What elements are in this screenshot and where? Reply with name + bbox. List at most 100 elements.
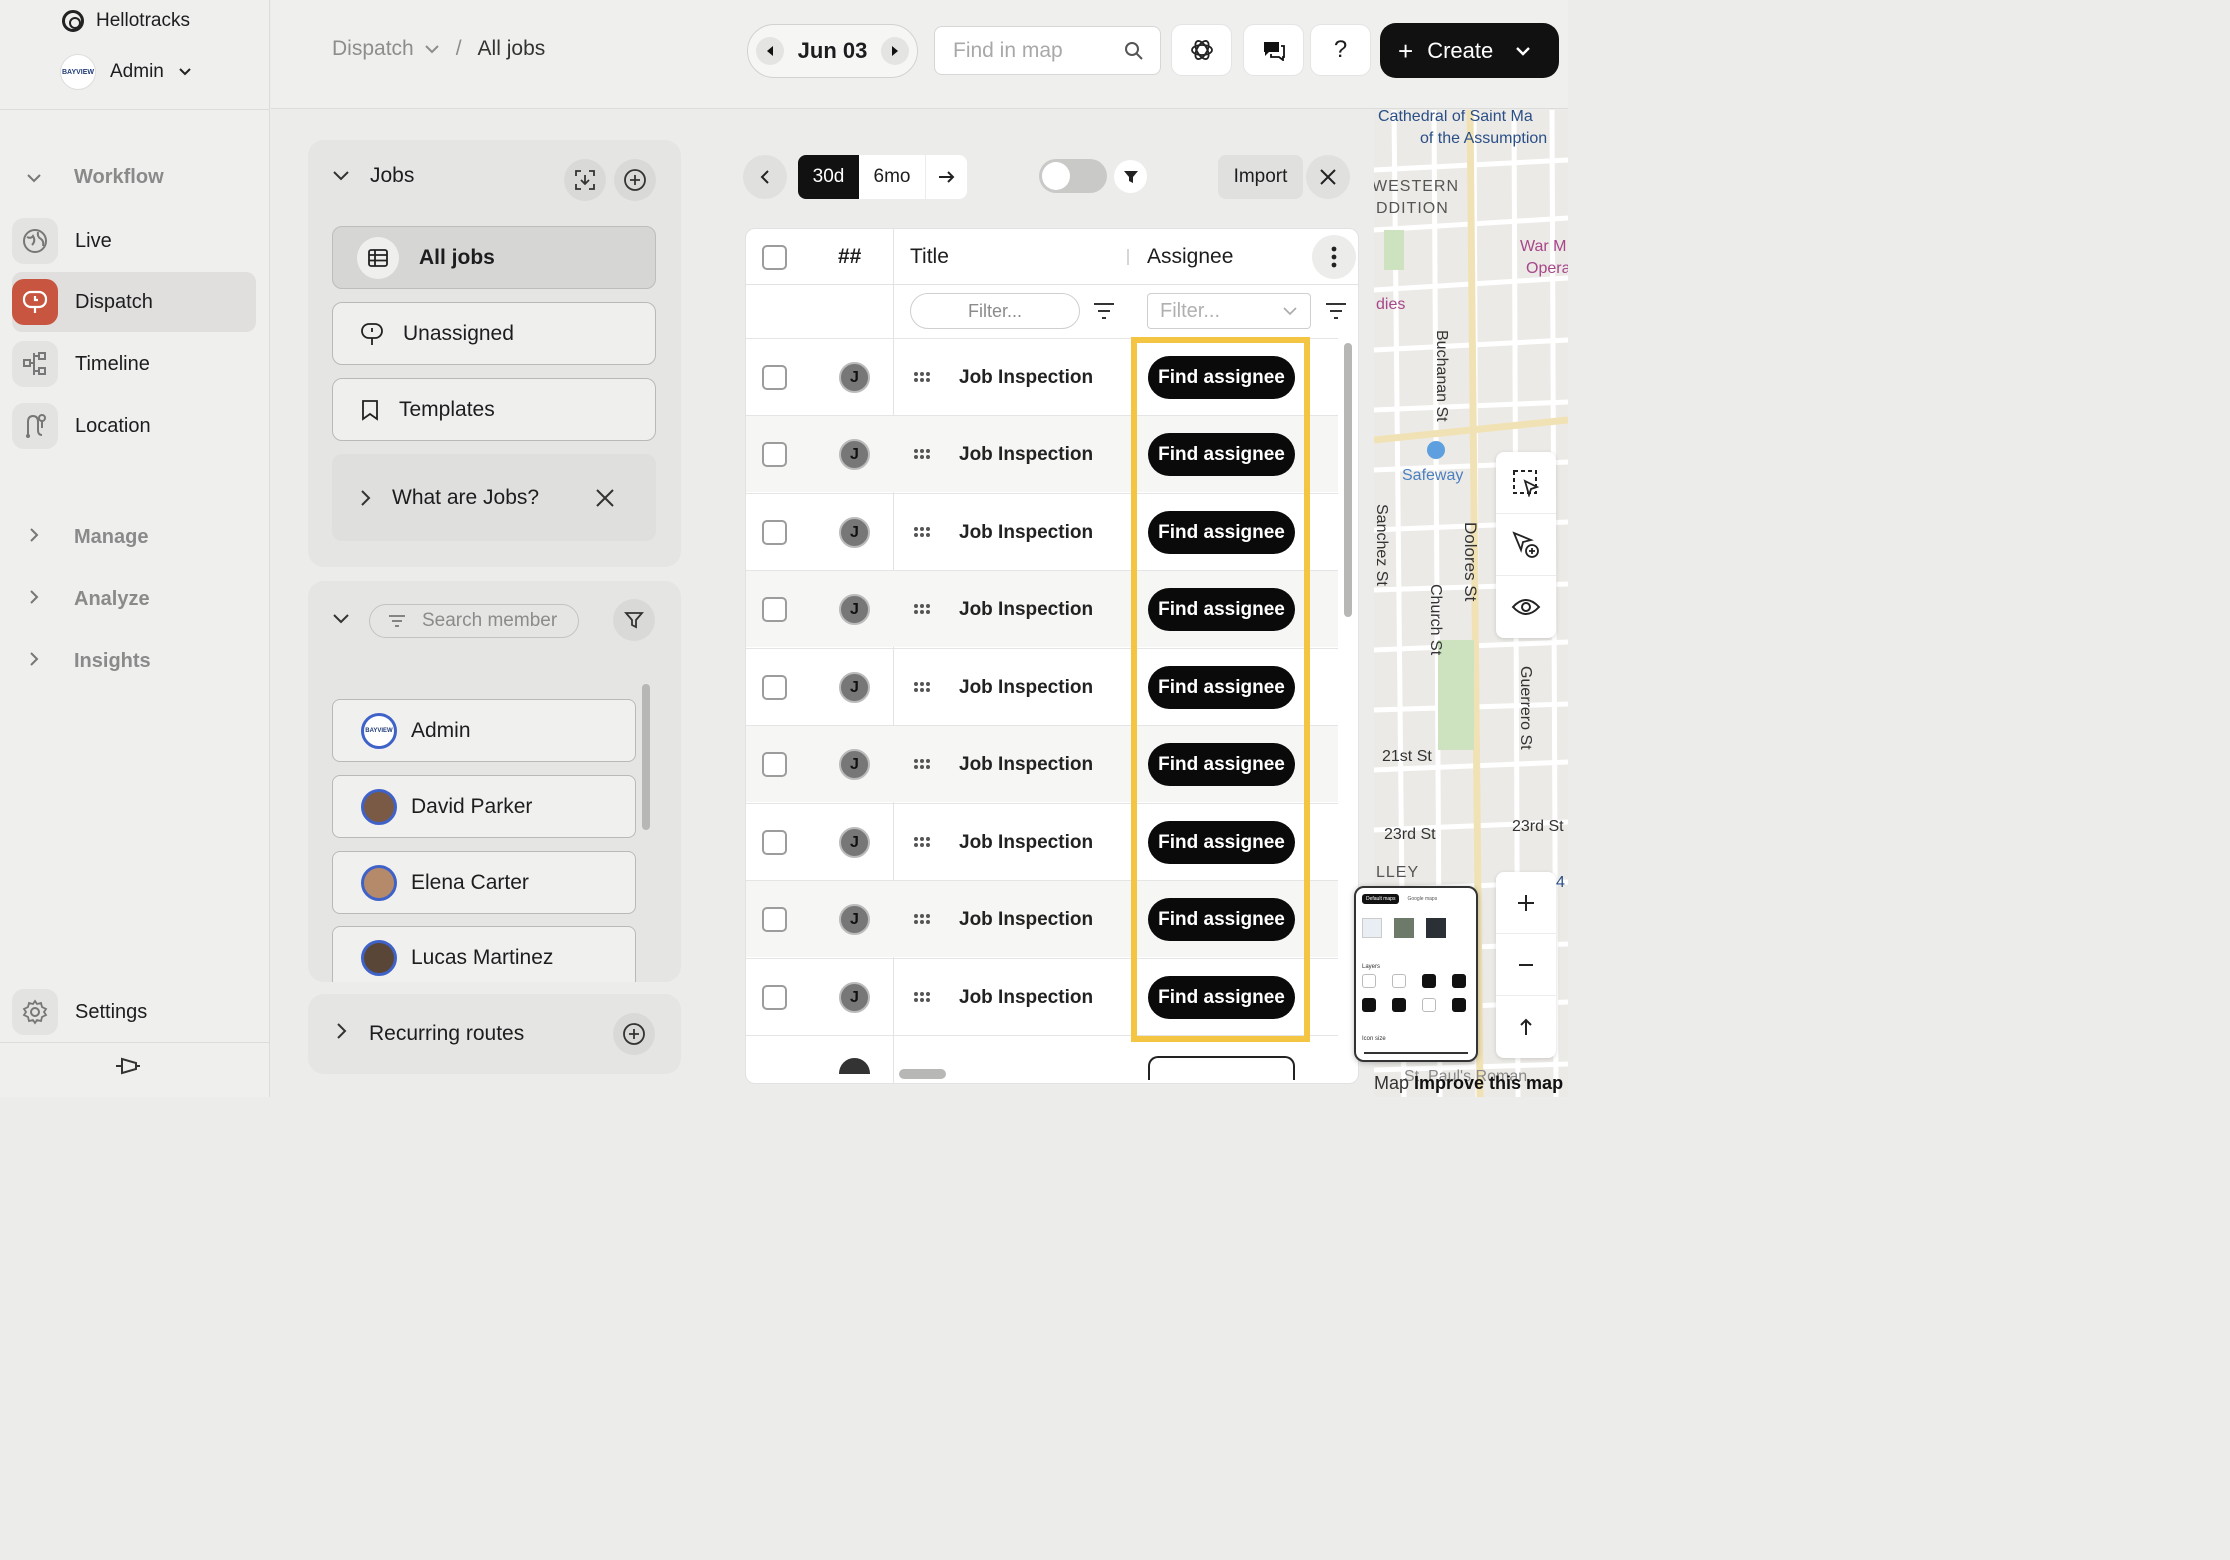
close-table-button[interactable] (1306, 155, 1350, 199)
templates-button[interactable]: Templates (332, 378, 656, 441)
help-button[interactable]: ? (1311, 25, 1370, 75)
add-recurring-route-button[interactable] (613, 1013, 655, 1055)
column-header-number[interactable]: ## (838, 229, 861, 285)
current-date[interactable]: Jun 03 (798, 38, 868, 64)
row-checkbox[interactable] (762, 365, 787, 390)
title-filter-input[interactable]: Filter... (910, 293, 1080, 329)
previous-day-button[interactable] (756, 37, 784, 65)
member-filter-button[interactable] (613, 599, 655, 641)
row-checkbox[interactable] (762, 675, 787, 700)
next-range-button[interactable] (925, 155, 967, 199)
find-assignee-button[interactable]: Find assignee (1148, 976, 1295, 1019)
member-list-scrollbar[interactable] (642, 684, 650, 830)
drag-handle-icon[interactable] (913, 448, 931, 460)
improve-map-link[interactable]: Improve this map (1414, 1073, 1563, 1093)
drag-handle-icon[interactable] (913, 603, 931, 615)
find-assignee-button[interactable]: Find assignee (1148, 356, 1295, 399)
sidebar-item-dispatch[interactable]: Dispatch (12, 272, 256, 332)
filter-lines-icon[interactable] (1093, 302, 1115, 320)
section-insights[interactable]: Insights (22, 650, 151, 673)
column-resize-handle[interactable] (1127, 249, 1129, 265)
section-manage[interactable]: Manage (22, 526, 148, 549)
row-checkbox[interactable] (762, 907, 787, 932)
close-icon[interactable] (595, 488, 615, 508)
row-checkbox[interactable] (762, 442, 787, 467)
view-toggle[interactable] (1039, 159, 1107, 193)
previous-range-button[interactable] (743, 155, 787, 199)
section-analyze[interactable]: Analyze (22, 588, 150, 611)
all-jobs-button[interactable]: All jobs (332, 226, 656, 289)
table-row[interactable]: J Job Inspection Find assignee (746, 880, 1338, 957)
table-row[interactable]: J Job Inspection Find assignee (746, 958, 1338, 1035)
chat-button[interactable] (1244, 25, 1303, 75)
drag-handle-icon[interactable] (913, 526, 931, 538)
find-assignee-button[interactable]: Find assignee (1148, 588, 1295, 631)
add-place-button[interactable] (1496, 514, 1556, 576)
find-assignee-button[interactable]: Find assignee (1148, 666, 1295, 709)
range-30d[interactable]: 30d (798, 155, 859, 199)
find-assignee-button[interactable]: Find assignee (1148, 433, 1295, 476)
drag-handle-icon[interactable] (913, 758, 931, 770)
find-assignee-button[interactable]: Find assignee (1148, 821, 1295, 864)
next-day-button[interactable] (880, 37, 909, 65)
zoom-out-button[interactable] (1496, 934, 1556, 996)
row-checkbox[interactable] (762, 597, 787, 622)
map-search-input[interactable] (953, 38, 1113, 63)
scan-import-button[interactable] (564, 159, 606, 201)
table-row-partial[interactable] (746, 1035, 1338, 1083)
import-button[interactable]: Import (1218, 155, 1303, 199)
drag-handle-icon[interactable] (913, 836, 931, 848)
visibility-button[interactable] (1496, 576, 1556, 638)
drag-handle-icon[interactable] (913, 991, 931, 1003)
row-checkbox[interactable] (762, 985, 787, 1010)
account-switcher[interactable]: BAYVIEW Admin (60, 54, 192, 90)
table-filter-button[interactable] (1114, 160, 1147, 193)
add-job-button[interactable] (614, 159, 656, 201)
drag-handle-icon[interactable] (913, 681, 931, 693)
reset-north-button[interactable] (1496, 996, 1556, 1058)
pin-sidebar-icon[interactable] (114, 1052, 142, 1080)
range-6mo[interactable]: 6mo (859, 155, 925, 199)
what-are-jobs-card[interactable]: What are Jobs? (332, 454, 656, 541)
sidebar-item-timeline[interactable]: Timeline (12, 334, 256, 394)
table-vertical-scrollbar[interactable] (1344, 343, 1352, 617)
table-row[interactable]: J Job Inspection Find assignee (746, 338, 1338, 415)
drag-handle-icon[interactable] (913, 371, 931, 383)
table-row[interactable]: J Job Inspection Find assignee (746, 648, 1338, 725)
row-checkbox[interactable] (762, 830, 787, 855)
jobs-header[interactable]: Jobs (332, 164, 414, 188)
ai-assistant-button[interactable] (1172, 25, 1231, 75)
table-row[interactable]: J Job Inspection Find assignee (746, 415, 1338, 492)
table-horizontal-scrollbar[interactable] (899, 1069, 946, 1079)
recurring-routes-panel[interactable]: Recurring routes (308, 994, 681, 1074)
filter-lines-icon[interactable] (1325, 302, 1347, 320)
member-admin[interactable]: BAYVIEW Admin (332, 699, 636, 762)
find-assignee-button[interactable]: Find assignee (1148, 898, 1295, 941)
table-row[interactable]: J Job Inspection Find assignee (746, 570, 1338, 647)
unassigned-button[interactable]: Unassigned (332, 302, 656, 365)
map-layers-button[interactable]: Default maps Google maps Layers Icon siz… (1354, 886, 1478, 1062)
member-elena-carter[interactable]: Elena Carter (332, 851, 636, 914)
select-area-button[interactable] (1496, 452, 1556, 514)
column-header-title[interactable]: Title (910, 229, 949, 285)
section-workflow[interactable]: Workflow (22, 166, 164, 189)
find-assignee-button[interactable]: Find assignee (1148, 511, 1295, 554)
table-row[interactable]: J Job Inspection Find assignee (746, 803, 1338, 880)
sidebar-item-live[interactable]: Live (12, 211, 256, 271)
row-checkbox[interactable] (762, 520, 787, 545)
member-lucas-martinez[interactable]: Lucas Martinez (332, 926, 636, 982)
member-search-input[interactable]: Search member (369, 604, 579, 638)
table-row[interactable]: J Job Inspection Find assignee (746, 493, 1338, 570)
breadcrumb-dispatch[interactable]: Dispatch (332, 37, 414, 61)
select-all-checkbox[interactable] (762, 244, 787, 270)
row-checkbox[interactable] (762, 752, 787, 777)
sidebar-item-location[interactable]: Location (12, 396, 256, 456)
sidebar-item-settings[interactable]: Settings (12, 982, 256, 1042)
chevron-down-icon[interactable] (424, 44, 440, 54)
find-assignee-button[interactable]: Find assignee (1148, 743, 1295, 786)
create-button[interactable]: + Create (1380, 23, 1559, 78)
member-david-parker[interactable]: David Parker (332, 775, 636, 838)
assignee-filter-select[interactable]: Filter... (1147, 293, 1311, 329)
chevron-down-icon[interactable] (332, 613, 350, 625)
column-menu-button[interactable] (1312, 235, 1356, 279)
